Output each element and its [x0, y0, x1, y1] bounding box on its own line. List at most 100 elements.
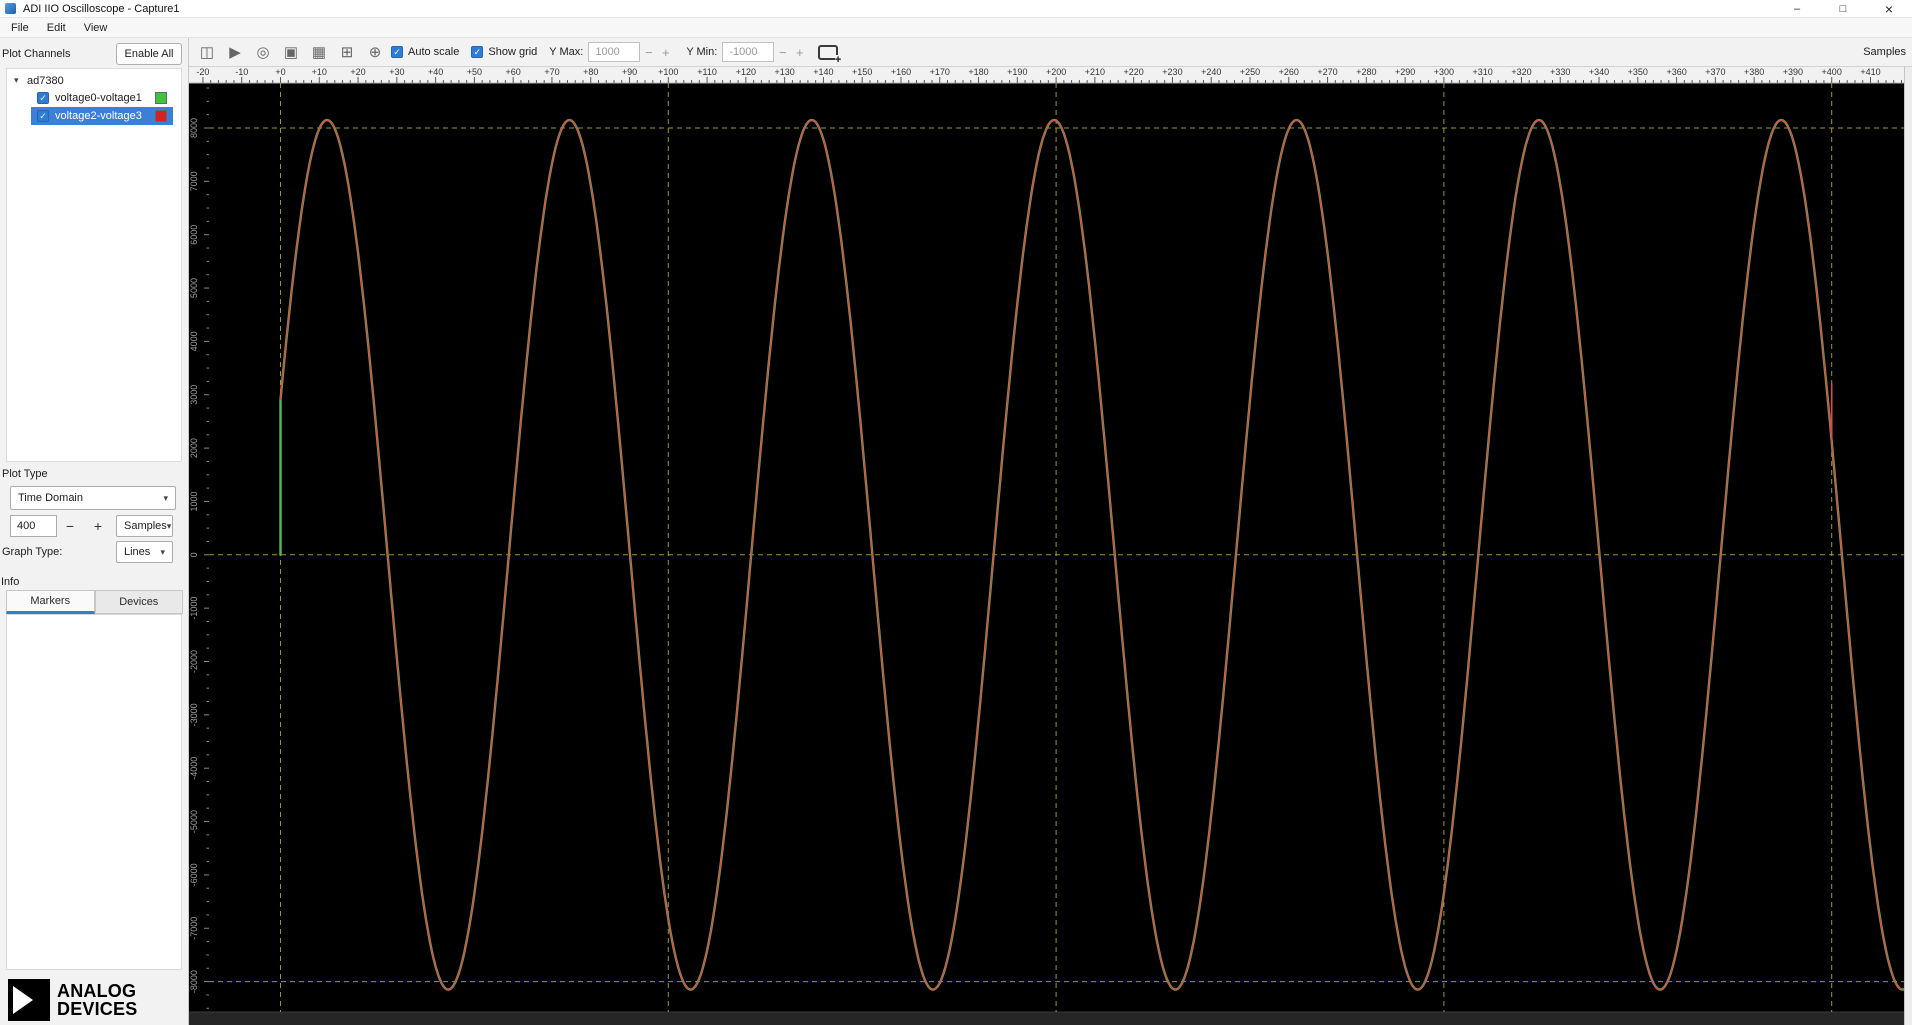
sample-count-input[interactable]: 400 [10, 515, 57, 537]
svg-text:2000: 2000 [189, 438, 199, 458]
svg-text:5000: 5000 [189, 278, 199, 298]
ymax-decrement-button[interactable]: − [640, 45, 657, 60]
svg-text:-6000: -6000 [189, 863, 199, 886]
channel-row[interactable]: ✓ voltage2-voltage3 [31, 107, 173, 125]
tab-devices[interactable]: Devices [94, 590, 183, 614]
titlebar: ADI IIO Oscilloscope - Capture1 – □ × [0, 0, 1912, 18]
snapshot-icon[interactable]: ▣ [279, 43, 303, 61]
channel-label: voltage2-voltage3 [55, 110, 142, 122]
info-heading: Info [1, 576, 20, 588]
autoscale-checkbox[interactable]: ✓ [391, 46, 403, 58]
plot-hscrollbar[interactable] [189, 1012, 1904, 1025]
svg-text:+250: +250 [1240, 67, 1260, 77]
add-display-icon[interactable]: + [818, 44, 842, 65]
capture-windows-icon[interactable]: ◫ [195, 43, 219, 61]
svg-text:+290: +290 [1395, 67, 1415, 77]
logo-text: ANALOG DEVICES [57, 981, 138, 1019]
svg-text:-20: -20 [196, 67, 209, 77]
svg-text:-1000: -1000 [189, 597, 199, 620]
autoscale-label: Auto scale [408, 46, 460, 58]
svg-text:0: 0 [189, 552, 199, 557]
plot-vertical-scrollbar[interactable] [1904, 67, 1912, 1025]
ymin-decrement-button[interactable]: − [774, 45, 791, 60]
svg-text:+280: +280 [1356, 67, 1376, 77]
channel-row[interactable]: ✓ voltage0-voltage1 [7, 89, 181, 107]
maximize-button[interactable]: □ [1820, 0, 1866, 17]
capture-loop-icon[interactable]: ◎ [251, 43, 275, 61]
autoscale-toggle[interactable]: ✓ Auto scale [391, 46, 459, 58]
enable-all-button[interactable]: Enable All [116, 43, 182, 65]
svg-text:+60: +60 [506, 67, 521, 77]
plot-type-dropdown[interactable]: Time Domain ▾ [10, 486, 176, 510]
graph-type-dropdown[interactable]: Lines ▾ [116, 541, 173, 563]
pan-tool-icon[interactable]: ⊕ [363, 43, 387, 61]
toolbar-icons: ◫ ▶ ◎ ▣ ▦ ⊞ ⊕ [195, 43, 387, 61]
ymax-input[interactable]: 1000 [588, 42, 641, 62]
play-icon[interactable]: ▶ [223, 43, 247, 61]
svg-text:+140: +140 [813, 67, 833, 77]
svg-text:+120: +120 [736, 67, 756, 77]
collapse-arrow-icon[interactable]: ▾ [14, 75, 27, 86]
chevron-down-icon: ▾ [166, 520, 172, 531]
svg-text:+10: +10 [312, 67, 327, 77]
sample-count-decrement-button[interactable]: − [58, 515, 82, 537]
chevron-down-icon: ▾ [160, 546, 165, 557]
ymin-increment-button[interactable]: + [791, 45, 808, 60]
device-group-row[interactable]: ▾ ad7380 [7, 72, 181, 89]
svg-text:+150: +150 [852, 67, 872, 77]
svg-text:-3000: -3000 [189, 703, 199, 726]
plot-type-value: Time Domain [18, 492, 83, 504]
menu-view[interactable]: View [75, 20, 117, 36]
svg-text:+190: +190 [1007, 67, 1027, 77]
svg-text:+240: +240 [1201, 67, 1221, 77]
svg-text:+380: +380 [1744, 67, 1764, 77]
menu-edit[interactable]: Edit [38, 20, 75, 36]
oscilloscope-plot[interactable]: -20 -10 +0 +10 +20 +30 +40 +50 +60 +70 +80 +90 +100 +… [189, 67, 1904, 1025]
ymin-label: Y Min: [686, 46, 718, 58]
svg-text:4000: 4000 [189, 331, 199, 351]
sample-unit-value: Samples [124, 520, 167, 532]
svg-text:+260: +260 [1279, 67, 1299, 77]
minimize-button[interactable]: – [1774, 0, 1820, 17]
svg-text:+400: +400 [1822, 67, 1842, 77]
channel-checkbox[interactable]: ✓ [37, 110, 49, 122]
x-axis-unit-label: Samples [1863, 46, 1906, 58]
menubar: File Edit View [0, 18, 1912, 38]
svg-text:+310: +310 [1473, 67, 1493, 77]
svg-text:+410: +410 [1860, 67, 1880, 77]
showgrid-toggle[interactable]: ✓ Show grid [471, 46, 537, 58]
svg-text:+70: +70 [544, 67, 559, 77]
svg-text:+0: +0 [275, 67, 285, 77]
tab-markers[interactable]: Markers [6, 590, 95, 614]
svg-text:-8000: -8000 [189, 970, 199, 993]
sample-count-increment-button[interactable]: + [86, 515, 110, 537]
app-icon [5, 3, 16, 14]
svg-text:+170: +170 [930, 67, 950, 77]
channel-color-swatch[interactable] [155, 110, 167, 122]
plot-background [189, 67, 1904, 1025]
svg-text:+160: +160 [891, 67, 911, 77]
plot-region: -20 -10 +0 +10 +20 +30 +40 +50 +60 +70 +80 +90 +100 +… [189, 67, 1912, 1025]
grid-view-icon[interactable]: ▦ [307, 43, 331, 61]
sample-unit-dropdown[interactable]: Samples ▾ [116, 515, 173, 537]
svg-text:+20: +20 [350, 67, 365, 77]
svg-text:+210: +210 [1085, 67, 1105, 77]
channel-checkbox[interactable]: ✓ [37, 92, 49, 104]
svg-text:8000: 8000 [189, 118, 199, 138]
svg-text:+180: +180 [968, 67, 988, 77]
ymax-increment-button[interactable]: + [657, 45, 674, 60]
showgrid-checkbox[interactable]: ✓ [471, 46, 484, 58]
adi-triangle-logo-icon [8, 979, 50, 1021]
svg-text:+230: +230 [1162, 67, 1182, 77]
close-button[interactable]: × [1866, 0, 1912, 17]
svg-text:-7000: -7000 [189, 917, 199, 940]
svg-text:+300: +300 [1434, 67, 1454, 77]
add-grid-icon[interactable]: ⊞ [335, 43, 359, 61]
channel-label: voltage0-voltage1 [55, 92, 142, 104]
svg-text:+80: +80 [583, 67, 598, 77]
ymin-input[interactable]: -1000 [722, 42, 775, 62]
ymax-label: Y Max: [549, 46, 584, 58]
menu-file[interactable]: File [2, 20, 38, 36]
svg-text:+350: +350 [1628, 67, 1648, 77]
channel-color-swatch[interactable] [155, 92, 167, 104]
